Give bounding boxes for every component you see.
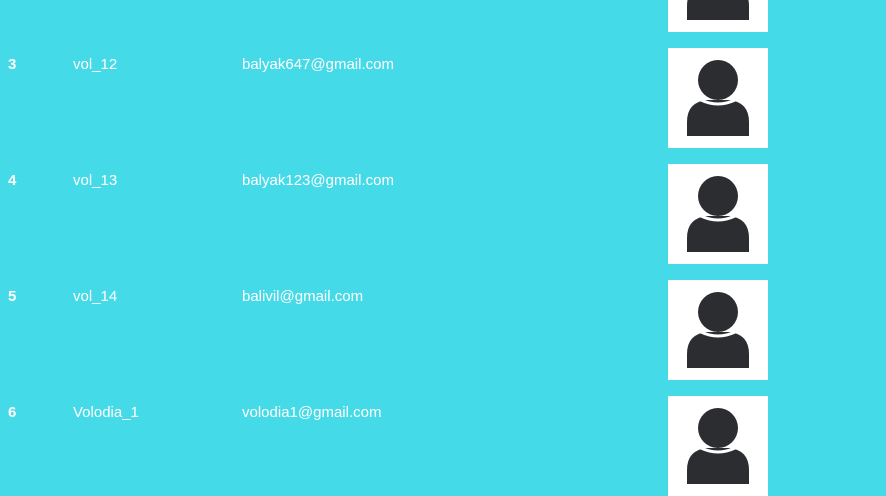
- user-email: balyak123@gmail.com: [242, 172, 394, 189]
- avatar: [668, 280, 768, 380]
- user-silhouette-icon: [687, 0, 749, 20]
- avatar: [668, 0, 768, 32]
- user-silhouette-icon: [687, 60, 749, 136]
- username: vol_13: [73, 172, 118, 189]
- username: vol_12: [73, 56, 118, 73]
- user-id: 4: [8, 172, 17, 189]
- user-id: 6: [8, 404, 17, 421]
- avatar: [668, 48, 768, 148]
- user-silhouette-icon: [687, 408, 749, 484]
- user-id: 5: [8, 288, 17, 305]
- table-row: 6 Volodia_1 volodia1@gmail.com: [0, 396, 886, 496]
- users-page: 3 vol_12 balyak647@gmail.com 4 vol_13 ba…: [0, 0, 886, 496]
- user-silhouette-icon: [687, 176, 749, 252]
- user-email: volodia1@gmail.com: [242, 404, 382, 421]
- table-row: 5 vol_14 balivil@gmail.com: [0, 280, 886, 400]
- avatar: [668, 396, 768, 496]
- username: Volodia_1: [73, 404, 139, 421]
- username: vol_14: [73, 288, 118, 305]
- user-id: 3: [8, 56, 17, 73]
- user-email: balivil@gmail.com: [242, 288, 364, 305]
- avatar: [668, 164, 768, 264]
- table-row: 3 vol_12 balyak647@gmail.com: [0, 48, 886, 168]
- user-silhouette-icon: [687, 292, 749, 368]
- table-row: 4 vol_13 balyak123@gmail.com: [0, 164, 886, 284]
- user-email: balyak647@gmail.com: [242, 56, 394, 73]
